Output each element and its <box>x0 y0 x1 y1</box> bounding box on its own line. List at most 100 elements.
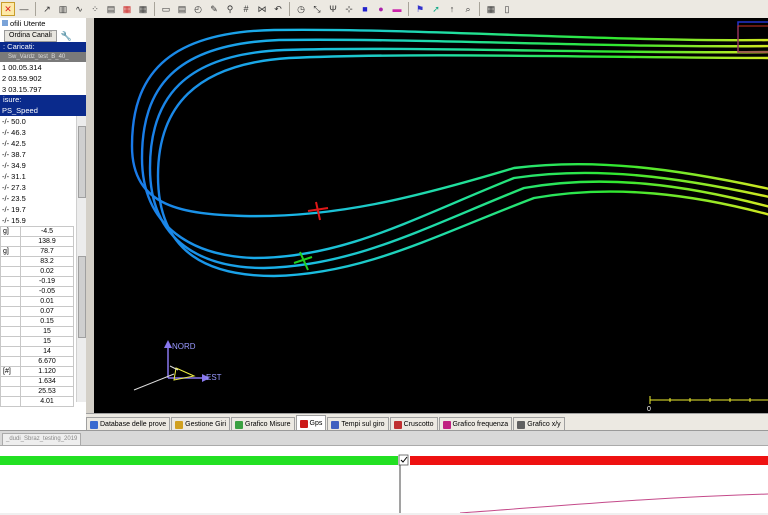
value-label <box>0 256 21 267</box>
stack-red-icon[interactable]: ▦ <box>120 2 134 16</box>
range-item[interactable]: -/- 27.3 <box>0 182 86 193</box>
tab-grafico-x-y[interactable]: Grafico x/y <box>513 417 565 431</box>
tab-gps[interactable]: Gps <box>295 415 327 431</box>
grid-lines-icon[interactable]: # <box>239 2 253 16</box>
arrow-icon[interactable]: ➚ <box>429 2 443 16</box>
gps-track-canvas[interactable]: NORD EST 0 <box>94 18 768 413</box>
range-item[interactable]: -/- 42.5 <box>0 138 86 149</box>
tab-tempi-sul-giro[interactable]: Tempi sul giro <box>327 417 389 431</box>
range-item[interactable]: -/- 50.0 <box>0 116 86 127</box>
value-cell: 6.670 <box>20 356 74 367</box>
range-item[interactable]: -/- 19.7 <box>0 204 86 215</box>
range-item[interactable]: -/- 31.1 <box>0 171 86 182</box>
tab-database-delle-prove[interactable]: Database delle prove <box>86 417 171 431</box>
value-row[interactable]: 15 <box>0 326 74 337</box>
line-chart-icon[interactable]: ↗ <box>40 2 54 16</box>
table-icon[interactable]: ▦ <box>484 2 498 16</box>
value-cell: 0.01 <box>20 296 74 307</box>
value-label <box>0 236 21 247</box>
minus-icon[interactable]: — <box>17 2 31 16</box>
value-row[interactable]: 4.01 <box>0 396 74 407</box>
value-row[interactable]: 0.07 <box>0 306 74 317</box>
toolbar-separator <box>479 2 480 16</box>
tab-grafico-frequenza[interactable]: Grafico frequenza <box>438 417 513 431</box>
database-icon[interactable]: ▤ <box>175 2 189 16</box>
value-cell: 0.02 <box>20 266 74 277</box>
gauge-icon[interactable]: ◴ <box>191 2 205 16</box>
rect-icon[interactable]: ▬ <box>390 2 404 16</box>
clock-icon[interactable]: ◷ <box>294 2 308 16</box>
range-item[interactable]: -/- 38.7 <box>0 149 86 160</box>
value-row[interactable]: g] -4.5 <box>0 226 74 237</box>
ranges-scrollbar[interactable] <box>76 116 86 226</box>
value-row[interactable]: 83.2 <box>0 256 74 267</box>
wave-chart-icon[interactable]: ∿ <box>72 2 86 16</box>
session-strip[interactable]: Sw_Vardz_test_B_40_ <box>0 52 86 62</box>
value-row[interactable]: 14 <box>0 346 74 357</box>
value-cell: 14 <box>20 346 74 357</box>
pencil-icon[interactable]: ✎ <box>207 2 221 16</box>
lower-chart-canvas[interactable] <box>0 446 768 514</box>
wrench-icon[interactable]: 🔧 <box>61 31 72 42</box>
range-item[interactable]: -/- 34.9 <box>0 160 86 171</box>
ellipse-icon[interactable]: ● <box>374 2 388 16</box>
values-scroll-thumb[interactable] <box>78 256 86 338</box>
scatter-chart-icon[interactable]: ⁘ <box>88 2 102 16</box>
lap-item[interactable]: 3 03.15.797 <box>0 84 86 95</box>
compass-east-label: EST <box>206 373 222 382</box>
graph-icon[interactable]: ⋈ <box>255 2 269 16</box>
value-row[interactable]: 138.9 <box>0 236 74 247</box>
zoom-icon[interactable]: ⌕ <box>461 2 475 16</box>
user-profiles-item[interactable]: ofili Utente <box>0 18 86 30</box>
wand-icon[interactable]: ⚲ <box>223 2 237 16</box>
value-row[interactable]: g] 78.7 <box>0 246 74 257</box>
cursor-plus-icon[interactable]: ⊹ <box>342 2 356 16</box>
value-row[interactable]: 6.670 <box>0 356 74 367</box>
minimap-overlay[interactable] <box>737 21 768 53</box>
value-cell: 0.07 <box>20 306 74 317</box>
range-item[interactable]: -/- 46.3 <box>0 127 86 138</box>
lap-item[interactable]: 2 03.59.902 <box>0 73 86 84</box>
grid-icon[interactable]: ▦ <box>136 2 150 16</box>
value-cell: 1.120 <box>20 366 74 377</box>
value-cell: -0.19 <box>20 276 74 287</box>
axis-icon[interactable]: Ψ <box>326 2 340 16</box>
value-cell: 4.01 <box>20 396 74 407</box>
square-icon[interactable]: ■ <box>358 2 372 16</box>
value-row[interactable]: 25.53 <box>0 386 74 397</box>
value-row[interactable]: 1.634 <box>0 376 74 387</box>
value-row[interactable]: -0.19 <box>0 276 74 287</box>
value-label <box>0 326 21 337</box>
value-row[interactable]: -0.05 <box>0 286 74 297</box>
range-item[interactable]: -/- 23.5 <box>0 193 86 204</box>
ranges-scroll-thumb[interactable] <box>78 126 86 198</box>
tab-grafico-misure[interactable]: Grafico Misure <box>231 417 295 431</box>
value-row[interactable]: 0.15 <box>0 316 74 327</box>
tab-gestione-giri[interactable]: Gestione Giri <box>171 417 231 431</box>
value-label: g] <box>0 246 21 257</box>
selected-channel[interactable]: PS_Speed <box>0 105 86 116</box>
lap-item[interactable]: 1 00.05.314 <box>0 62 86 73</box>
tab-cruscotto[interactable]: Cruscotto <box>389 417 438 431</box>
window-icon[interactable]: ▭ <box>159 2 173 16</box>
range-item[interactable]: -/- 15.9 <box>0 215 86 226</box>
bar-chart-icon[interactable]: ▥ <box>56 2 70 16</box>
document-icon[interactable]: ▯ <box>500 2 514 16</box>
value-row[interactable]: 0.02 <box>0 266 74 277</box>
value-cell: 1.634 <box>20 376 74 387</box>
green-status-bar <box>0 456 398 465</box>
flag-icon[interactable]: ⚑ <box>413 2 427 16</box>
sort-channels-button[interactable]: Ordina Canali <box>4 30 57 42</box>
values-scrollbar[interactable] <box>76 226 86 402</box>
close-icon[interactable]: ✕ <box>1 2 15 16</box>
value-row[interactable]: 0.01 <box>0 296 74 307</box>
database-icon <box>90 420 98 429</box>
stack-chart-icon[interactable]: ▤ <box>104 2 118 16</box>
undo-icon[interactable]: ↶ <box>271 2 285 16</box>
value-row[interactable]: [#] 1.120 <box>0 366 74 377</box>
cursor-handle[interactable] <box>398 454 409 466</box>
resize-icon[interactable]: ⤡ <box>310 2 324 16</box>
gps-lap-trace <box>140 38 768 260</box>
value-row[interactable]: 15 <box>0 336 74 347</box>
arrow-up-icon[interactable]: ↑ <box>445 2 459 16</box>
